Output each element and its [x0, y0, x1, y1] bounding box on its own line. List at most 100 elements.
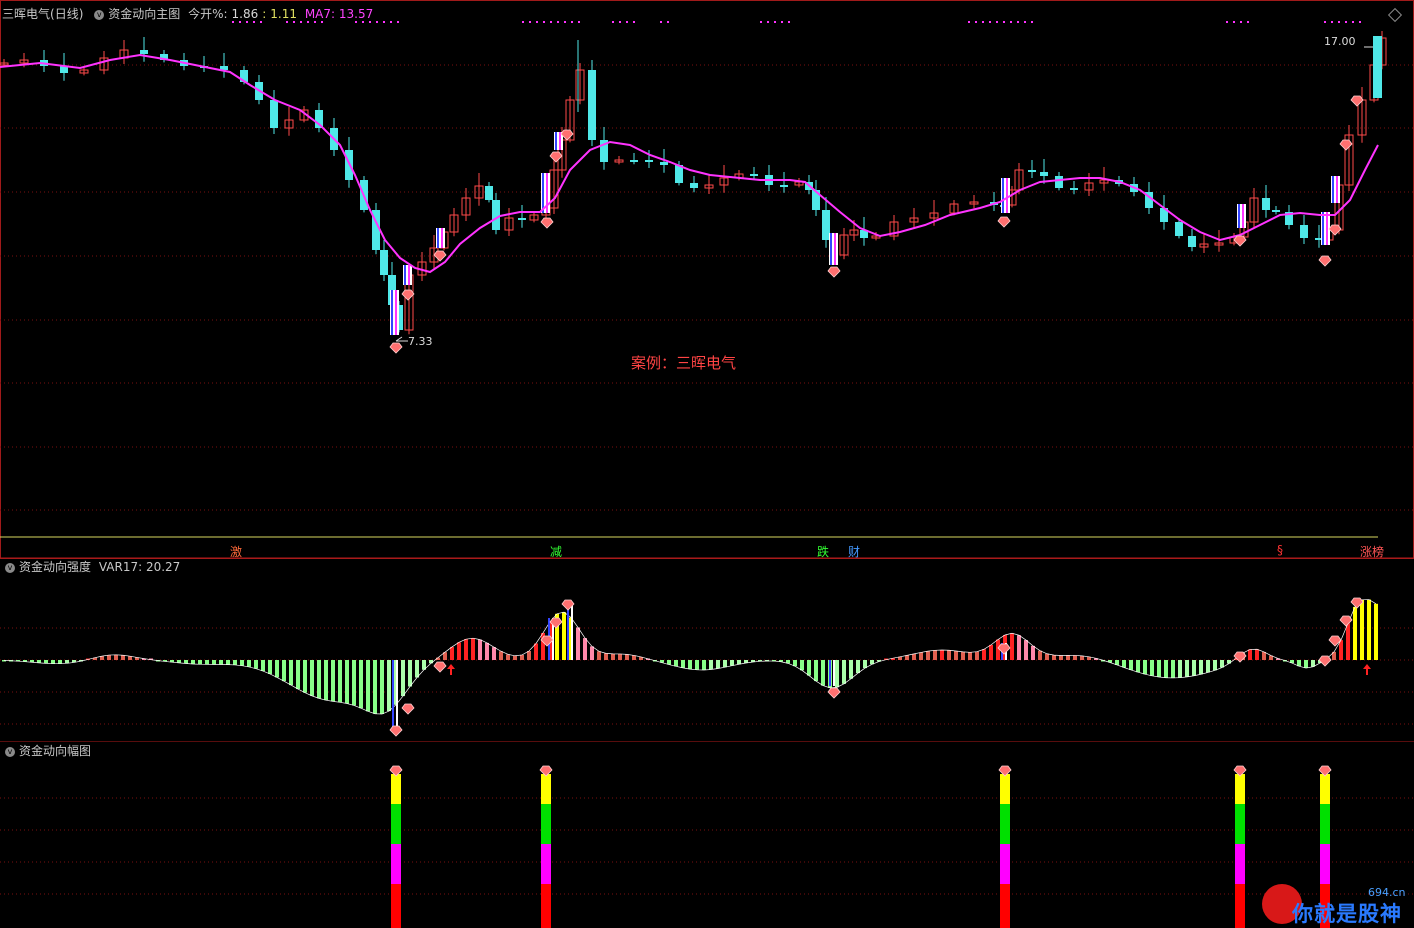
diamond-icon — [1318, 655, 1332, 667]
candle-body-down — [380, 250, 388, 275]
signal-dot — [1017, 21, 1019, 23]
candle-body-down — [630, 160, 638, 162]
capital-amplitude-chart[interactable] — [0, 742, 1414, 928]
capital-strength-histogram[interactable] — [0, 558, 1414, 742]
candle-body-down — [518, 218, 526, 220]
marker-stripe — [1242, 204, 1244, 228]
diamond-icon — [389, 725, 403, 737]
histogram-bar — [499, 651, 503, 660]
amplitude-bar — [391, 884, 401, 928]
histogram-bar — [324, 660, 328, 701]
diamond-icon — [401, 289, 415, 301]
amplitude-bar — [541, 844, 551, 884]
histogram-bar — [954, 650, 958, 660]
marker-stripe — [1336, 176, 1338, 203]
histogram-bar — [534, 643, 538, 660]
amplitude-bar — [541, 804, 551, 844]
histogram-bar — [1066, 655, 1070, 660]
histogram-bar — [121, 655, 125, 660]
histogram-bar — [681, 660, 685, 668]
amplitude-bar — [1000, 884, 1010, 928]
candle-body-down — [140, 50, 148, 54]
histogram-bar — [450, 646, 454, 660]
histogram-bar — [968, 652, 972, 660]
marker-stripe — [437, 228, 439, 248]
signal-dot — [667, 21, 669, 23]
histogram-bar — [1052, 655, 1056, 660]
amplitude-bar — [541, 884, 551, 928]
amplitude-bar — [1320, 844, 1330, 884]
histogram-bar — [380, 660, 384, 715]
signal-dot — [529, 21, 531, 23]
histogram-bar — [303, 660, 307, 693]
low-price-label: 7.33 — [408, 335, 433, 348]
histogram-bar — [590, 646, 594, 660]
signal-dot — [612, 21, 614, 23]
marker-stripe — [1006, 178, 1008, 213]
candle-body-down — [1300, 225, 1308, 238]
diamond-icon — [1318, 255, 1332, 267]
histogram-bar — [219, 660, 223, 665]
main-candlestick-chart[interactable] — [0, 0, 1414, 560]
marker-stripe — [408, 265, 410, 285]
signal-dot — [390, 21, 392, 23]
signal-dot — [232, 21, 234, 23]
histogram-bar — [723, 660, 727, 668]
signal-dot — [1324, 21, 1326, 23]
diamond-icon — [1233, 235, 1247, 247]
histogram-bar — [562, 612, 566, 660]
signal-dot — [571, 21, 573, 23]
diamond-icon — [1339, 615, 1353, 627]
histogram-bar — [919, 652, 923, 660]
histogram-bar — [1255, 649, 1259, 660]
diamond-icon — [997, 216, 1011, 228]
amplitude-bar — [391, 804, 401, 844]
signal-dot — [286, 21, 288, 23]
diamond-icon — [433, 661, 447, 673]
candle-body-down — [690, 183, 698, 188]
histogram-bar — [1157, 660, 1161, 678]
signal-dot — [1003, 21, 1005, 23]
diamond-icon — [389, 342, 403, 354]
marker-stripe — [395, 290, 397, 335]
marker-stripe — [829, 660, 831, 686]
histogram-bar — [611, 653, 615, 660]
marker-stripe — [834, 233, 836, 265]
candle-body-down — [1175, 222, 1183, 236]
histogram-bar — [331, 660, 335, 702]
histogram-bar — [184, 660, 188, 664]
histogram-bar — [982, 649, 986, 660]
marker-stripe — [559, 132, 561, 150]
signal-dot — [522, 21, 524, 23]
histogram-bar — [632, 655, 636, 660]
candle-body-down — [1040, 172, 1048, 176]
diamond-icon — [1350, 95, 1364, 107]
signal-dot — [536, 21, 538, 23]
histogram-bar — [268, 660, 272, 674]
histogram-bar — [716, 660, 720, 669]
histogram-bar — [975, 651, 979, 660]
histogram-bar — [1017, 635, 1021, 660]
signal-dot — [1226, 21, 1228, 23]
histogram-bar — [1367, 599, 1371, 660]
histogram-bar — [912, 653, 916, 660]
histogram-bar — [1136, 660, 1140, 673]
histogram-bar — [1073, 655, 1077, 660]
histogram-bar — [401, 660, 405, 697]
histogram-bar — [1178, 660, 1182, 678]
marker-stripe — [1238, 204, 1240, 228]
amplitude-bar — [391, 774, 401, 804]
histogram-bar — [576, 627, 580, 660]
histogram-bar — [247, 660, 251, 667]
signal-dot — [626, 21, 628, 23]
histogram-bar — [107, 655, 111, 660]
amplitude-bar — [1235, 804, 1245, 844]
histogram-bar — [240, 660, 244, 666]
amplitude-bar — [1320, 774, 1330, 804]
histogram-bar — [408, 660, 412, 687]
histogram-bar — [1024, 640, 1028, 660]
histogram-bar — [1192, 660, 1196, 676]
histogram-bar — [478, 639, 482, 660]
histogram-bar — [695, 660, 699, 670]
histogram-bar — [1304, 660, 1308, 669]
